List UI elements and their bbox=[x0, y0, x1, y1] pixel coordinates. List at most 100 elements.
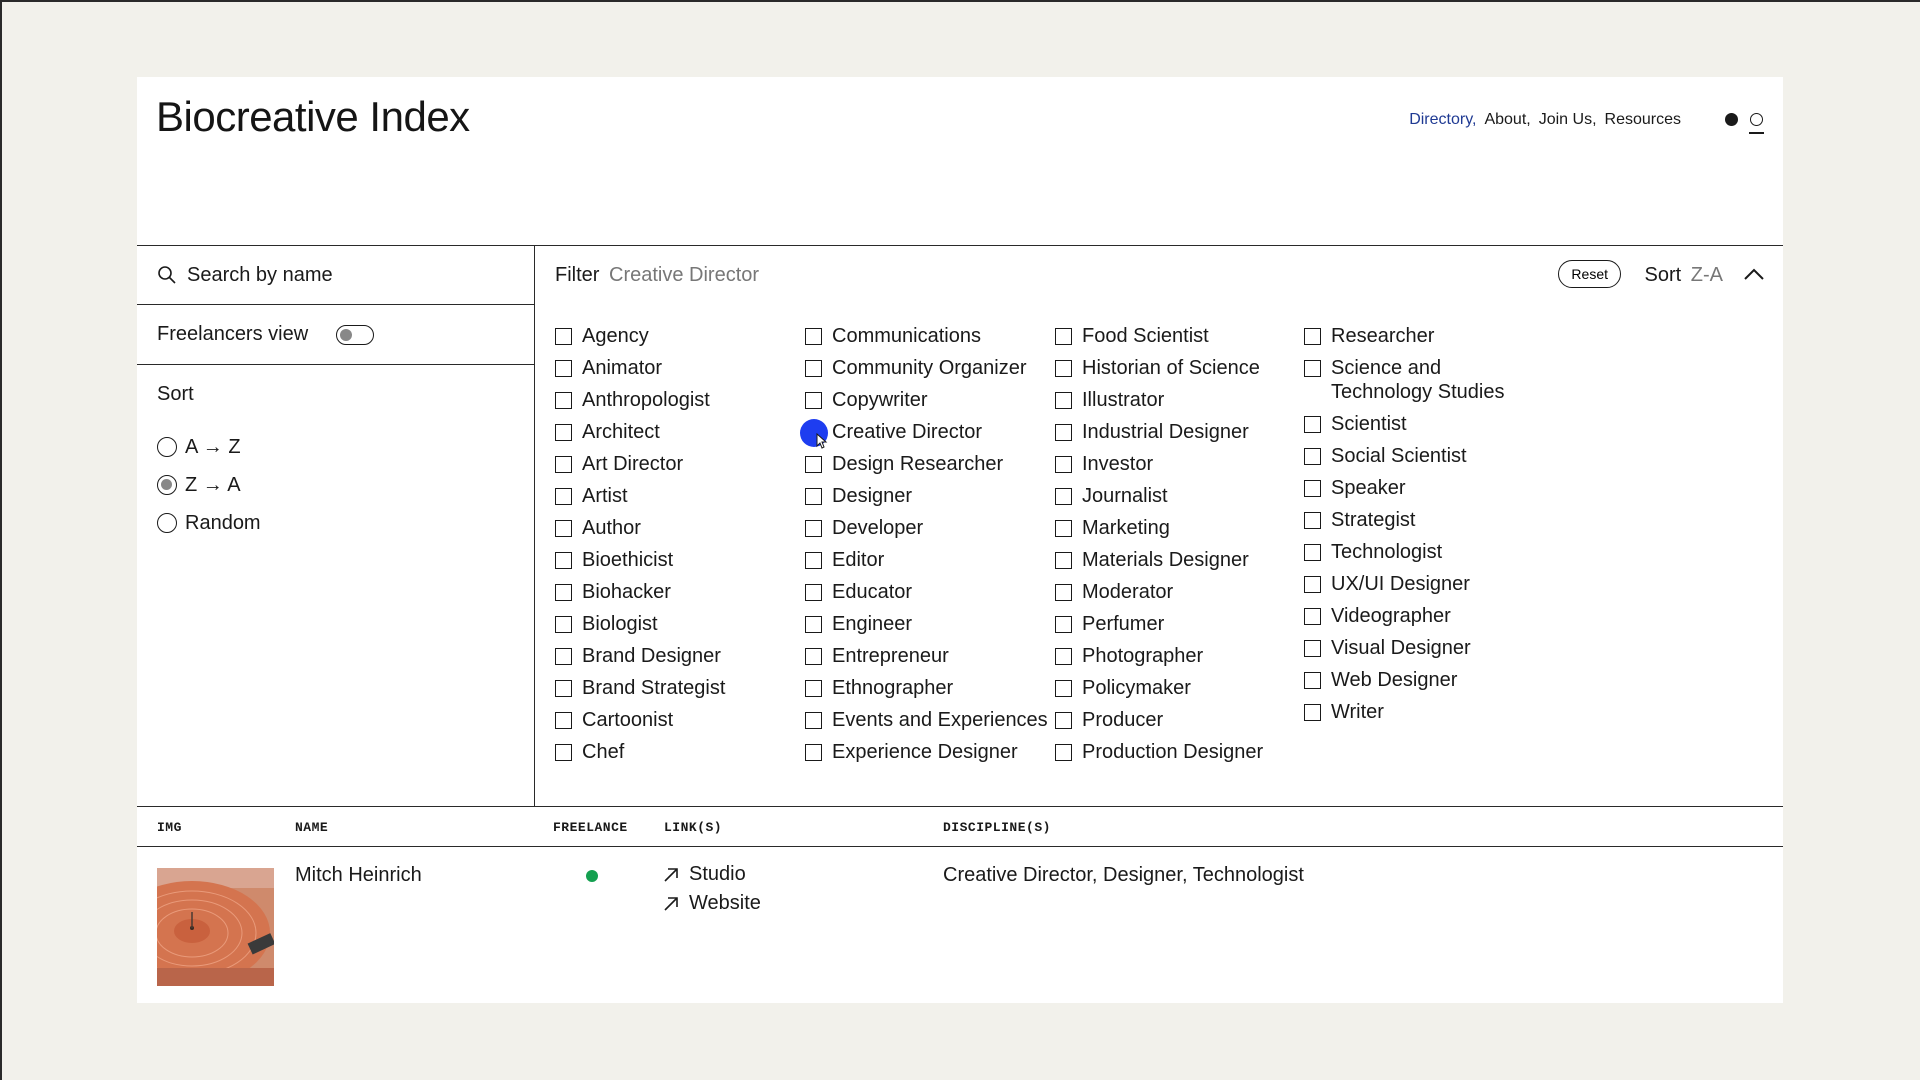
filter-option-researcher[interactable]: Researcher bbox=[1304, 324, 1544, 348]
nav-directory[interactable]: Directory, bbox=[1409, 111, 1476, 129]
light-theme-dot[interactable] bbox=[1749, 113, 1764, 134]
nav-join-us[interactable]: Join Us, bbox=[1539, 111, 1597, 129]
search-input[interactable]: Search by name bbox=[137, 246, 534, 305]
filter-option-ux-ui-designer[interactable]: UX/UI Designer bbox=[1304, 572, 1544, 596]
sort-group: Sort A → Z Z → A Random bbox=[137, 365, 534, 542]
person-name[interactable]: Mitch Heinrich bbox=[295, 864, 422, 887]
checkbox[interactable] bbox=[1055, 456, 1072, 473]
checkbox[interactable] bbox=[1304, 544, 1321, 561]
nav-resources[interactable]: Resources bbox=[1605, 111, 1681, 129]
checkbox[interactable] bbox=[1055, 488, 1072, 505]
sort-option-random[interactable]: Random bbox=[157, 504, 534, 542]
checkbox[interactable] bbox=[1055, 584, 1072, 601]
checkbox[interactable] bbox=[555, 744, 572, 761]
filter-option-strategist[interactable]: Strategist bbox=[1304, 508, 1544, 532]
checkbox[interactable] bbox=[1304, 328, 1321, 345]
checkbox[interactable] bbox=[555, 328, 572, 345]
checkbox[interactable] bbox=[555, 616, 572, 633]
checkbox[interactable] bbox=[1304, 704, 1321, 721]
radio-random[interactable] bbox=[157, 513, 177, 533]
filter-option-label: Communications bbox=[832, 325, 981, 347]
filter-option-technologist[interactable]: Technologist bbox=[1304, 540, 1544, 564]
checkbox[interactable] bbox=[555, 360, 572, 377]
checkbox[interactable] bbox=[1055, 712, 1072, 729]
checkbox[interactable] bbox=[805, 360, 822, 377]
checkbox[interactable] bbox=[1055, 520, 1072, 537]
checkbox[interactable] bbox=[800, 419, 828, 449]
checkbox[interactable] bbox=[1055, 424, 1072, 441]
filter-option-label: Historian of Science bbox=[1082, 357, 1260, 379]
checkbox[interactable] bbox=[805, 488, 822, 505]
radio-a-z[interactable] bbox=[157, 437, 177, 457]
checkbox[interactable] bbox=[805, 392, 822, 409]
checkbox[interactable] bbox=[805, 712, 822, 729]
checkbox[interactable] bbox=[1055, 552, 1072, 569]
filter-option-science-and-technology-studies[interactable]: Science and Technology Studies bbox=[1304, 356, 1544, 404]
link-studio[interactable]: Studio bbox=[663, 860, 761, 889]
mouse-cursor-icon bbox=[816, 433, 828, 449]
profile-thumbnail[interactable] bbox=[157, 868, 274, 986]
checkbox[interactable] bbox=[1304, 416, 1321, 433]
checkbox[interactable] bbox=[805, 744, 822, 761]
filter-option-label: Design Researcher bbox=[832, 453, 1004, 475]
checkbox[interactable] bbox=[805, 328, 822, 345]
radio-z-a[interactable] bbox=[157, 475, 177, 495]
checkbox[interactable] bbox=[1055, 392, 1072, 409]
filter-option-production-designer[interactable]: Production Designer bbox=[1055, 740, 1355, 764]
checkbox[interactable] bbox=[1304, 448, 1321, 465]
freelancers-view-toggle[interactable] bbox=[336, 324, 375, 345]
checkbox[interactable] bbox=[1304, 672, 1321, 689]
checkbox[interactable] bbox=[1304, 576, 1321, 593]
filter-option-label: Art Director bbox=[582, 453, 684, 475]
checkbox[interactable] bbox=[555, 712, 572, 729]
checkbox[interactable] bbox=[555, 680, 572, 697]
dark-theme-dot[interactable] bbox=[1725, 113, 1738, 126]
site-logo[interactable]: Biocreative Index bbox=[156, 93, 470, 141]
filter-option-writer[interactable]: Writer bbox=[1304, 700, 1544, 724]
checkbox[interactable] bbox=[805, 648, 822, 665]
checkbox[interactable] bbox=[555, 648, 572, 665]
sort-option-a-z[interactable]: A → Z bbox=[157, 428, 534, 466]
chevron-up-icon[interactable] bbox=[1743, 266, 1765, 282]
checkbox[interactable] bbox=[555, 488, 572, 505]
filter-option-social-scientist[interactable]: Social Scientist bbox=[1304, 444, 1544, 468]
checkbox[interactable] bbox=[1304, 360, 1321, 377]
filter-option-visual-designer[interactable]: Visual Designer bbox=[1304, 636, 1544, 660]
checkbox[interactable] bbox=[805, 520, 822, 537]
sort-option-label: Z → A bbox=[185, 473, 241, 496]
checkbox[interactable] bbox=[1055, 616, 1072, 633]
checkbox[interactable] bbox=[1055, 360, 1072, 377]
column-header-freelance: FREELANCE bbox=[553, 820, 628, 835]
table-row[interactable]: Mitch Heinrich Studio Website Creative D… bbox=[137, 848, 1783, 988]
reset-button[interactable]: Reset bbox=[1558, 260, 1621, 288]
filter-option-speaker[interactable]: Speaker bbox=[1304, 476, 1544, 500]
checkbox[interactable] bbox=[805, 680, 822, 697]
checkbox[interactable] bbox=[805, 584, 822, 601]
sort-option-z-a[interactable]: Z → A bbox=[157, 466, 534, 504]
checkbox[interactable] bbox=[555, 552, 572, 569]
checkbox[interactable] bbox=[805, 616, 822, 633]
checkbox[interactable] bbox=[1304, 512, 1321, 529]
link-website[interactable]: Website bbox=[663, 889, 761, 918]
filter-option-videographer[interactable]: Videographer bbox=[1304, 604, 1544, 628]
checkbox[interactable] bbox=[555, 520, 572, 537]
filter-option-label: Educator bbox=[832, 581, 913, 603]
checkbox[interactable] bbox=[555, 424, 572, 441]
sort-summary[interactable]: Sort Z-A bbox=[1645, 264, 1723, 287]
filter-option-web-designer[interactable]: Web Designer bbox=[1304, 668, 1544, 692]
checkbox[interactable] bbox=[805, 552, 822, 569]
checkbox[interactable] bbox=[1304, 608, 1321, 625]
checkbox[interactable] bbox=[1304, 480, 1321, 497]
nav-about[interactable]: About, bbox=[1484, 111, 1530, 129]
checkbox[interactable] bbox=[1304, 640, 1321, 657]
checkbox[interactable] bbox=[1055, 744, 1072, 761]
checkbox[interactable] bbox=[805, 456, 822, 473]
checkbox[interactable] bbox=[555, 584, 572, 601]
filter-option-scientist[interactable]: Scientist bbox=[1304, 412, 1544, 436]
checkbox[interactable] bbox=[1055, 680, 1072, 697]
checkbox[interactable] bbox=[1055, 328, 1072, 345]
filter-option-label: Biologist bbox=[582, 613, 658, 635]
checkbox[interactable] bbox=[555, 392, 572, 409]
checkbox[interactable] bbox=[555, 456, 572, 473]
checkbox[interactable] bbox=[1055, 648, 1072, 665]
